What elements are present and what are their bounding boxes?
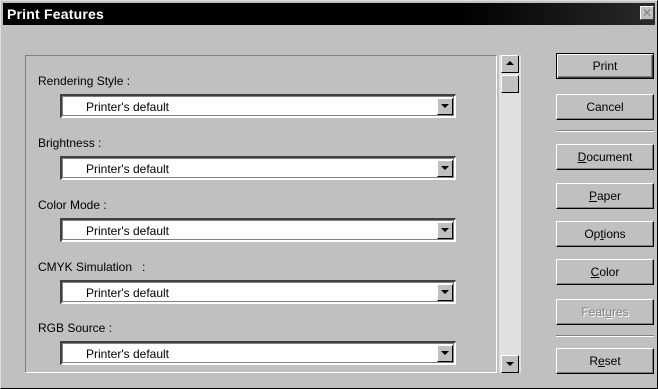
brightness-value: Printer's default [86, 162, 169, 176]
chevron-down-icon[interactable] [437, 160, 453, 177]
options-button-label-pre: Op [584, 227, 601, 241]
reset-button-accelerator: e [597, 354, 605, 368]
color-mode-select[interactable]: Printer's default [60, 218, 456, 242]
options-button[interactable]: Options [556, 221, 654, 247]
features-button-accelerator: u [605, 305, 613, 319]
close-icon[interactable]: ✕ [640, 6, 654, 20]
scrollbar-thumb[interactable] [501, 75, 519, 93]
reset-button-label-pre: R [589, 354, 598, 368]
brightness-label: Brightness : [38, 136, 102, 150]
print-button[interactable]: Print [556, 53, 654, 79]
paper-button-accelerator: P [588, 189, 597, 203]
features-button: Features [556, 299, 654, 325]
chevron-down-icon[interactable] [437, 284, 453, 301]
rgb-source-value: Printer's default [86, 347, 169, 361]
color-button-label-post: olor [599, 265, 620, 279]
chevron-down-icon[interactable] [437, 98, 453, 115]
paper-button[interactable]: Paper [556, 183, 654, 209]
cmyk-simulation-select[interactable]: Printer's default [60, 280, 456, 304]
chevron-down-icon[interactable] [437, 345, 453, 362]
cancel-button[interactable]: Cancel [556, 94, 654, 120]
reset-button[interactable]: Reset [556, 348, 654, 374]
color-mode-label: Color Mode : [38, 198, 107, 212]
document-button[interactable]: Document [556, 144, 654, 170]
features-scroll-panel: Rendering Style : Printer's default Brig… [25, 55, 497, 373]
options-button-label-post: ions [603, 227, 626, 241]
button-separator [556, 335, 654, 337]
arrow-down-icon[interactable] [501, 355, 519, 373]
rgb-source-select[interactable]: Printer's default [60, 341, 456, 365]
print-features-dialog: Print Features ✕ Rendering Style : Print… [0, 0, 658, 389]
document-button-accelerator: D [577, 150, 587, 164]
brightness-select[interactable]: Printer's default [60, 156, 456, 180]
features-button-label-post: res [612, 305, 629, 319]
cmyk-simulation-value: Printer's default [86, 286, 169, 300]
rendering-style-select[interactable]: Printer's default [60, 94, 456, 118]
color-button[interactable]: Color [556, 259, 654, 285]
reset-button-label-post: set [604, 354, 621, 368]
cmyk-simulation-label: CMYK Simulation : [38, 260, 146, 274]
document-button-label-post: ocument [586, 150, 633, 164]
title-bar[interactable]: Print Features ✕ [3, 3, 655, 25]
paper-button-label-post: aper [596, 189, 622, 203]
chevron-down-icon[interactable] [437, 222, 453, 239]
window-title: Print Features [7, 6, 104, 22]
rgb-source-label: RGB Source : [38, 321, 113, 335]
button-separator [556, 130, 654, 132]
color-mode-value: Printer's default [86, 224, 169, 238]
vertical-scrollbar[interactable] [499, 55, 521, 373]
features-button-label-pre: Feat [581, 305, 606, 319]
arrow-up-icon[interactable] [501, 55, 519, 73]
rendering-style-value: Printer's default [86, 100, 169, 114]
rendering-style-label: Rendering Style : [38, 74, 131, 88]
